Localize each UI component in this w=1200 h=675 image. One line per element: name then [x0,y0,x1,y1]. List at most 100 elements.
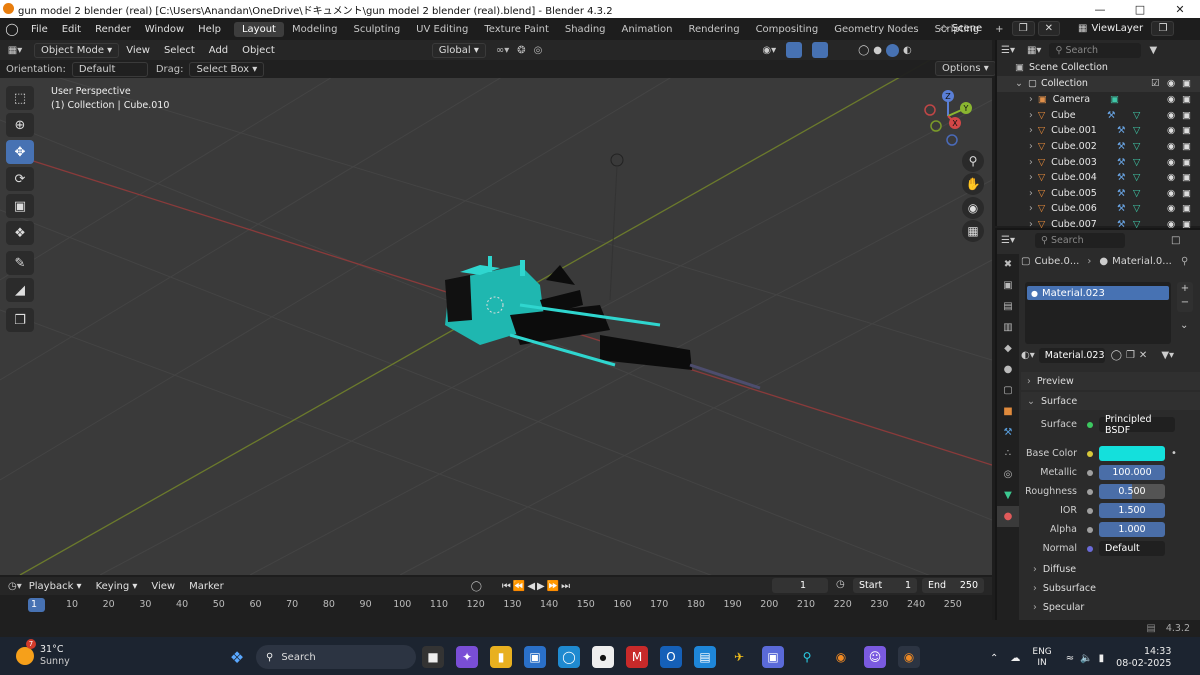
file-explorer-icon[interactable]: ▮ [490,646,512,668]
object-tab-icon[interactable]: ■ [997,401,1019,422]
visibility-eye-icon[interactable]: ◉ [1167,172,1175,183]
duplicate-material-icon[interactable]: ❐ [1126,350,1135,361]
tab-layout[interactable]: Layout [233,21,284,37]
visibility-eye-icon[interactable]: ◉ [1167,125,1175,136]
discord-icon[interactable]: ☺ [864,646,886,668]
outliner-item[interactable]: › ▽ Cube.004 ⚒ ▽ ◉ ▣ [997,170,1200,186]
close-button[interactable]: ✕ [1160,0,1200,18]
render-camera-icon[interactable]: ▣ [1182,141,1191,152]
new-viewlayer-button[interactable]: ❐ [1151,21,1175,36]
render-camera-icon[interactable]: ▣ [1182,157,1191,168]
drag-dropdown[interactable]: Select Box ▾ [189,61,265,77]
flight-app-icon[interactable]: ✈ [728,646,750,668]
outliner-item[interactable]: › ▣ Camera ▣ ◉ ▣ [997,92,1200,108]
timeline-editor-icon[interactable]: ◷▾ [8,581,22,592]
blender-active-taskbar-icon[interactable]: ◉ [898,646,920,668]
render-camera-icon[interactable]: ▣ [1182,203,1191,214]
dell-icon[interactable]: ● [592,646,614,668]
modifier-tab-icon[interactable]: ⚒ [997,422,1019,443]
delete-scene-button[interactable]: ✕ [1037,21,1061,36]
viewport-menu-view[interactable]: View [119,45,157,56]
keyframe-dot-icon[interactable]: • [1171,448,1177,459]
visibility-eye-icon[interactable]: ◉ [1167,188,1175,199]
render-tab-icon[interactable]: ▣ [997,275,1019,296]
timeline-view-menu[interactable]: View [144,581,182,592]
onedrive-icon[interactable]: ☁ [1010,653,1020,664]
auto-keying-icon[interactable]: ◯ [471,581,482,592]
expand-chevron-icon[interactable]: › [1029,141,1033,152]
material-link-icon[interactable]: ▼▾ [1161,350,1174,361]
diffuse-section[interactable]: › Diffuse [1021,560,1200,578]
transform-tool-icon[interactable]: ❖ [6,221,34,245]
expand-chevron-icon[interactable]: › [1029,172,1033,183]
tab-texture-paint[interactable]: Texture Paint [476,22,557,37]
blender-taskbar-icon[interactable]: ◉ [830,646,852,668]
collection-row[interactable]: ⌄ ▢ Collection ☑ ◉ ▣ [997,76,1200,92]
gizmo-toggle-icon[interactable] [786,42,803,58]
scene-collection-row[interactable]: ▣ Scene Collection [997,60,1200,76]
end-frame-field[interactable]: End 250 [922,578,984,593]
transform-orientation-dropdown[interactable]: Global ▾ [431,42,486,58]
tab-rendering[interactable]: Rendering [680,22,747,37]
options-dropdown[interactable]: Options ▾ [935,61,996,76]
menu-help[interactable]: Help [191,24,228,35]
tab-uv-editing[interactable]: UV Editing [408,22,476,37]
particles-tab-icon[interactable]: ∴ [997,443,1019,464]
start-frame-field[interactable]: Start 1 [853,578,917,593]
visibility-icon[interactable]: ◉▾ [762,45,776,56]
view-layer-tab-icon[interactable]: ▥ [997,317,1019,338]
properties-options-icon[interactable]: □ [1171,235,1180,246]
visibility-eye-icon[interactable]: ◉ [1167,141,1175,152]
outliner-item[interactable]: › ▽ Cube.003 ⚒ ▽ ◉ ▣ [997,154,1200,170]
wireframe-shading-icon[interactable]: ◯ [858,45,869,56]
outliner-editor-type-icon[interactable]: ☰▾ [1001,45,1015,56]
fake-user-icon[interactable]: ◯ [1111,350,1122,361]
expand-chevron-icon[interactable]: › [1029,188,1033,199]
current-frame-field[interactable]: 1 [772,578,828,593]
timeline-playback-menu[interactable]: Playback ▾ [22,581,89,592]
expand-chevron-icon[interactable]: › [1029,125,1033,136]
select-box-tool-icon[interactable]: ⬚ [6,86,34,110]
menu-edit[interactable]: Edit [55,24,88,35]
data-tab-icon[interactable]: ▼ [997,485,1019,506]
rotate-tool-icon[interactable]: ⟳ [6,167,34,191]
navigation-gizmo[interactable]: Z Y X [918,88,978,152]
snap-icon[interactable]: ❂ [517,45,525,56]
unlink-material-icon[interactable]: ✕ [1139,350,1147,361]
scene-name[interactable]: Scene [952,23,1012,34]
maximize-button[interactable]: □ [1120,0,1160,18]
blender-menu-icon[interactable]: ◯ [0,22,24,36]
zoom-icon[interactable]: ⚲ [962,150,984,172]
mcafee-icon[interactable]: M [626,646,648,668]
tray-chevron-icon[interactable]: ⌃ [990,653,998,664]
camera-view-icon[interactable]: ◉ [962,197,984,219]
viewport-menu-select[interactable]: Select [157,45,202,56]
tab-modeling[interactable]: Modeling [284,22,346,37]
edge-icon[interactable]: ◯ [558,646,580,668]
measure-tool-icon[interactable]: ◢ [6,278,34,302]
scene-tab-icon[interactable]: ◆ [997,338,1019,359]
surface-section[interactable]: ⌄ Surface [1021,392,1200,410]
specular-section[interactable]: › Specular [1021,598,1200,616]
visibility-eye-icon[interactable]: ◉ [1167,203,1175,214]
material-tab-icon[interactable]: ● [997,506,1019,527]
outliner-item[interactable]: › ▽ Cube.005 ⚒ ▽ ◉ ▣ [997,186,1200,202]
language-indicator[interactable]: ENG IN [1032,647,1051,669]
collection-checkbox[interactable]: ☑ [1151,78,1160,89]
battery-icon[interactable]: ▮ [1099,653,1105,664]
tool-tab-icon[interactable]: ✖ [997,254,1019,275]
render-camera-icon[interactable]: ▣ [1182,125,1191,136]
outliner-item[interactable]: › ▽ Cube.002 ⚒ ▽ ◉ ▣ [997,139,1200,155]
menu-render[interactable]: Render [88,24,138,35]
rendered-shading-icon[interactable]: ◐ [903,45,912,56]
add-remove-slot-buttons[interactable]: + − [1177,282,1193,312]
collection-eye-icon[interactable]: ◉ [1167,78,1175,89]
timeline-keying-menu[interactable]: Keying ▾ [89,581,145,592]
task-view-icon[interactable]: ■ [422,646,444,668]
playback-controls[interactable]: ⏮⏪◀▶⏩⏭ [502,581,572,592]
overlay-toggle-icon[interactable] [812,42,829,58]
outliner-item[interactable]: › ▽ Cube.001 ⚒ ▽ ◉ ▣ [997,123,1200,139]
move-tool-icon[interactable]: ✥ [6,140,34,164]
numeric-field[interactable]: 100.000 [1099,465,1165,480]
3d-viewport[interactable] [0,60,992,575]
